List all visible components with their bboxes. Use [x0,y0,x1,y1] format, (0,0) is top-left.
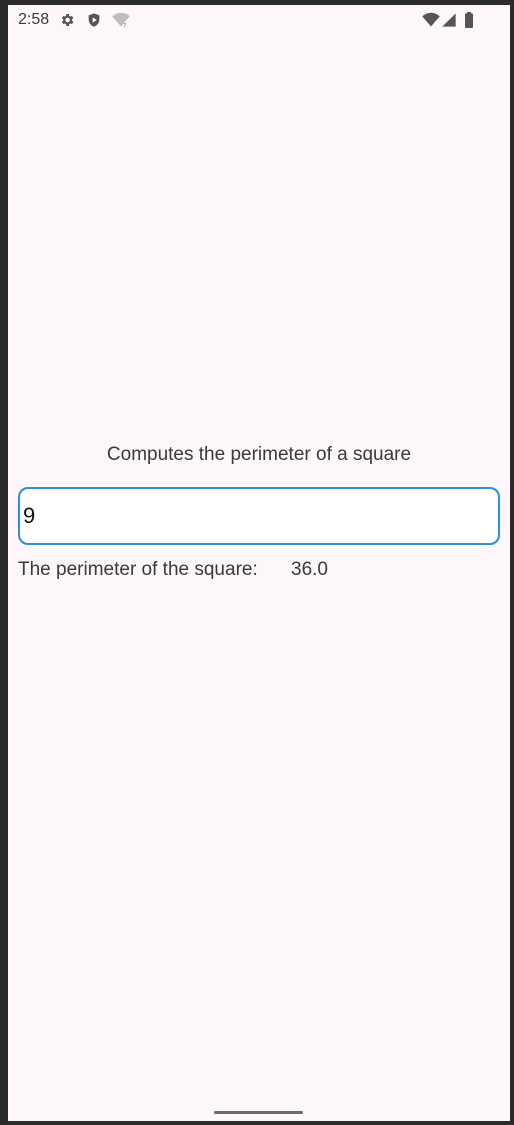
status-bar: 2:58 ? [8,5,510,35]
perimeter-value: 36.0 [291,559,328,580]
wifi-signal-icon [422,12,440,27]
svg-text:?: ? [123,21,127,28]
perimeter-label: The perimeter of the square: [18,559,258,580]
cell-signal-icon [442,13,456,27]
side-length-input[interactable]: 9 [18,487,500,545]
battery-icon [465,12,473,28]
page-title: Computes the perimeter of a square [106,444,412,465]
wifi-question-icon: ? [112,12,130,28]
status-time: 2:58 [18,11,50,28]
phone-screen: 2:58 ? Computes the perimeter of a squar… [8,5,510,1121]
home-indicator[interactable] [214,1111,303,1114]
settings-gear-icon [61,14,74,26]
side-length-value[interactable]: 9 [23,503,35,529]
shield-icon [88,13,100,27]
